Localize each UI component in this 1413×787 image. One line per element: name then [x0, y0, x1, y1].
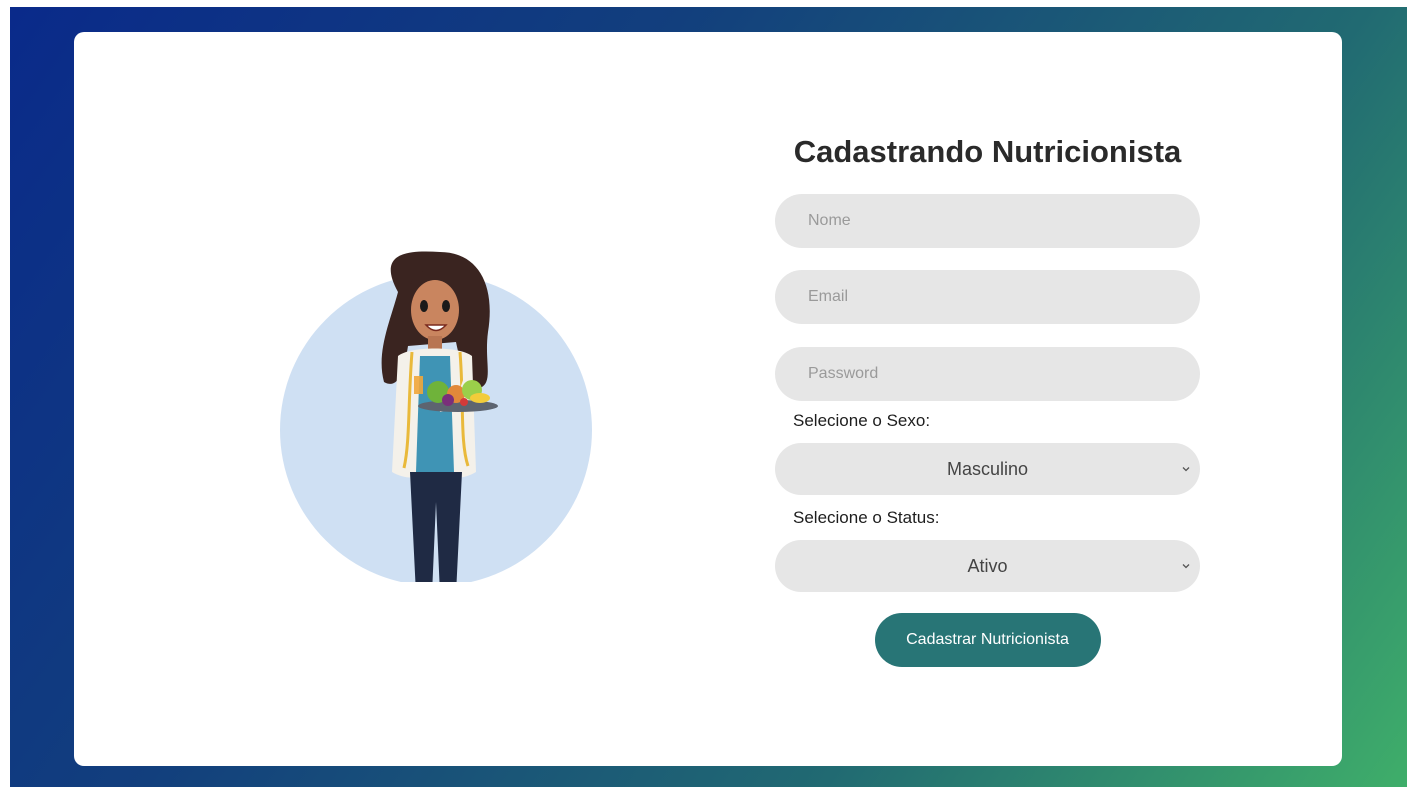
form-title: Cadastrando Nutricionista [793, 134, 1182, 169]
register-card: Cadastrando Nutricionista Selecione o Se… [74, 32, 1342, 766]
register-nutritionist-button[interactable]: Cadastrar Nutricionista [874, 613, 1101, 667]
chevron-down-icon [1182, 467, 1190, 472]
sex-select[interactable]: Masculino [775, 443, 1200, 495]
sex-label: Selecione o Sexo: [793, 411, 931, 430]
email-input[interactable] [775, 270, 1200, 324]
chevron-down-icon [1182, 564, 1190, 569]
register-form: Cadastrando Nutricionista Selecione o Se… [775, 132, 1200, 667]
name-input[interactable] [775, 194, 1200, 248]
password-input[interactable] [775, 347, 1200, 401]
status-select[interactable]: Ativo [775, 540, 1200, 592]
status-select-value: Ativo [967, 555, 1008, 576]
status-label: Selecione o Status: [793, 508, 940, 527]
sex-select-value: Masculino [946, 458, 1029, 479]
page-background: Cadastrando Nutricionista Selecione o Se… [10, 7, 1407, 787]
nutritionist-illustration [280, 251, 592, 582]
